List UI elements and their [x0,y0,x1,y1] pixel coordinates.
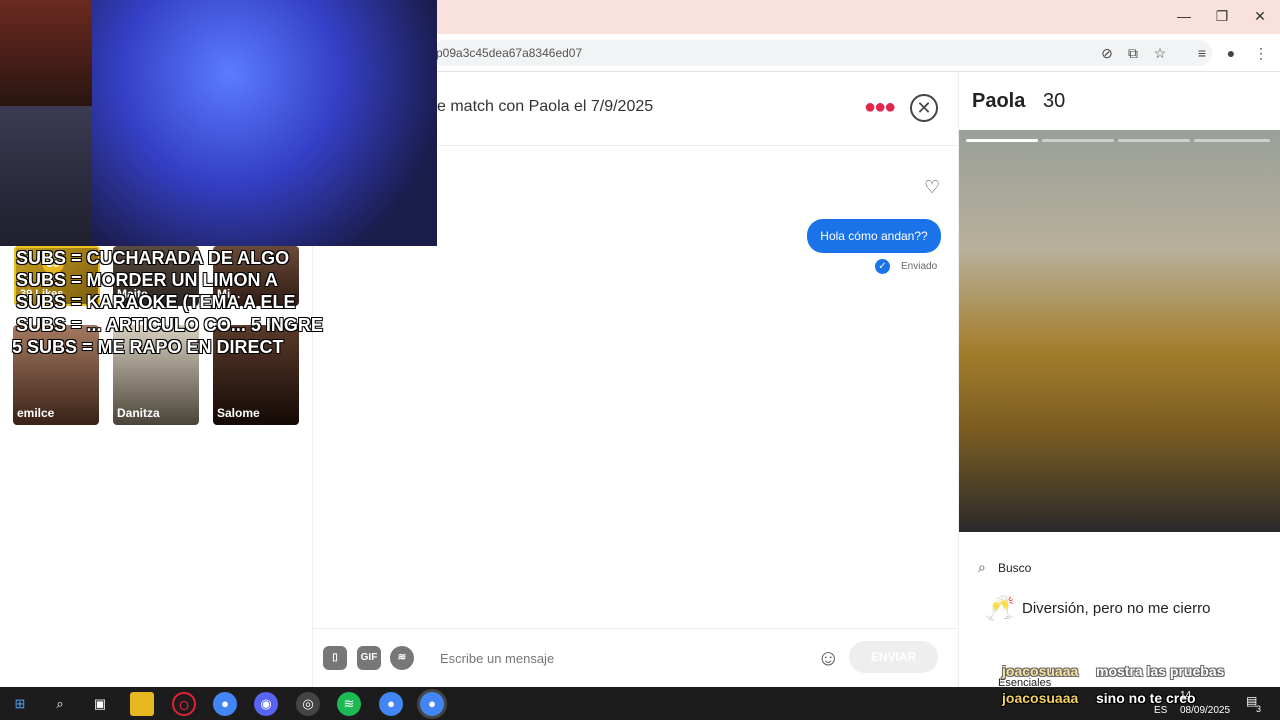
windows-start-icon[interactable]: ⊞ [8,692,32,716]
search-icon[interactable]: ⌕ [48,692,72,716]
looking-for-value: Diversión, pero no me cierro [1022,600,1211,617]
overlay-line: SUBS = CUCHARADA DE ALGO [16,248,290,268]
chat-overlay-user: joacosuaaa [1002,690,1079,706]
overlay-line: SUBS = ... ARTICULO CO... 5 INGRE [16,315,323,335]
looking-for-title: Busco [998,561,1032,575]
clock-date[interactable]: 08/09/2025 [1180,705,1230,716]
match-info: e match con Paola el 7/9/2025 [437,98,654,115]
photo-indicator [966,139,1038,142]
profile-name: Paola [972,90,1026,112]
message-status: Enviado [901,261,938,272]
eye-off-icon[interactable]: ⊘ [1098,44,1116,62]
media-control-icon[interactable]: ≡ [1193,44,1211,62]
match-name: emilce [17,406,55,420]
more-options-icon[interactable]: ●●● [864,96,896,119]
message-bubble: Hola cómo andan?? [807,219,941,253]
message-input[interactable] [432,644,802,672]
search-icon: ⌕ [978,559,986,575]
spotify-icon[interactable]: ≋ [390,646,414,670]
opera-icon[interactable]: O [172,692,196,716]
photo-indicator [1118,139,1190,142]
notification-count: 3 [1256,704,1262,714]
profile-age: 30 [1043,90,1066,112]
minimize-button[interactable]: — [1172,6,1196,26]
sticker-icon[interactable]: ▯ [323,646,347,670]
chrome-profile-icon[interactable]: ● [379,692,403,716]
maximize-button[interactable]: ❐ [1210,6,1234,26]
install-app-icon[interactable]: ⧉ [1124,44,1142,62]
discord-icon[interactable]: ◉ [254,692,278,716]
gif-button[interactable]: GIF [357,646,381,670]
profile-photo[interactable] [959,130,1280,532]
send-button[interactable]: ENVIAR [849,641,938,673]
chat-overlay-user: joacosuaaa [1002,663,1079,679]
overlay-line: 5 SUBS = ME RAPO EN DIRECT [12,337,284,357]
webcam-secondary-lower [0,106,92,246]
star-icon[interactable]: ☆ [1151,44,1169,62]
profile-avatar-icon[interactable]: ● [1222,44,1240,62]
heart-icon[interactable]: ♡ [924,177,940,198]
emoji-icon[interactable]: ☺ [817,645,839,671]
overlay-line: SUBS = MORDER UN LIMON A [16,270,278,290]
webcam-secondary [0,0,92,106]
chat-overlay-message: mostra las pruebas [1096,663,1225,679]
language-indicator[interactable]: ES [1154,705,1167,716]
check-icon: ✓ [875,259,890,274]
task-view-icon[interactable]: ▣ [88,692,112,716]
cheers-icon: 🥂 [985,595,1015,622]
chrome-active-icon[interactable]: ● [420,692,444,716]
url-text[interactable]: p09a3c45dea67a8346ed07 [436,46,582,60]
file-explorer-icon[interactable] [130,692,154,716]
spotify-icon[interactable]: ≋ [337,692,361,716]
match-name: Danitza [117,406,160,420]
obs-icon[interactable]: ◎ [296,692,320,716]
match-name: Salome [217,406,260,420]
chrome-icon[interactable]: ● [213,692,237,716]
close-chat-button[interactable]: ✕ [910,94,938,122]
overlay-line: SUBS = KARAOKE (TEMA A ELE [16,292,296,312]
clock-time[interactable]: 14 [1180,690,1191,701]
photo-indicator [1194,139,1270,142]
close-window-button[interactable]: ✕ [1248,6,1272,26]
photo-indicator [1042,139,1114,142]
menu-kebab-icon[interactable]: ⋮ [1252,44,1270,62]
webcam-main [92,0,437,246]
